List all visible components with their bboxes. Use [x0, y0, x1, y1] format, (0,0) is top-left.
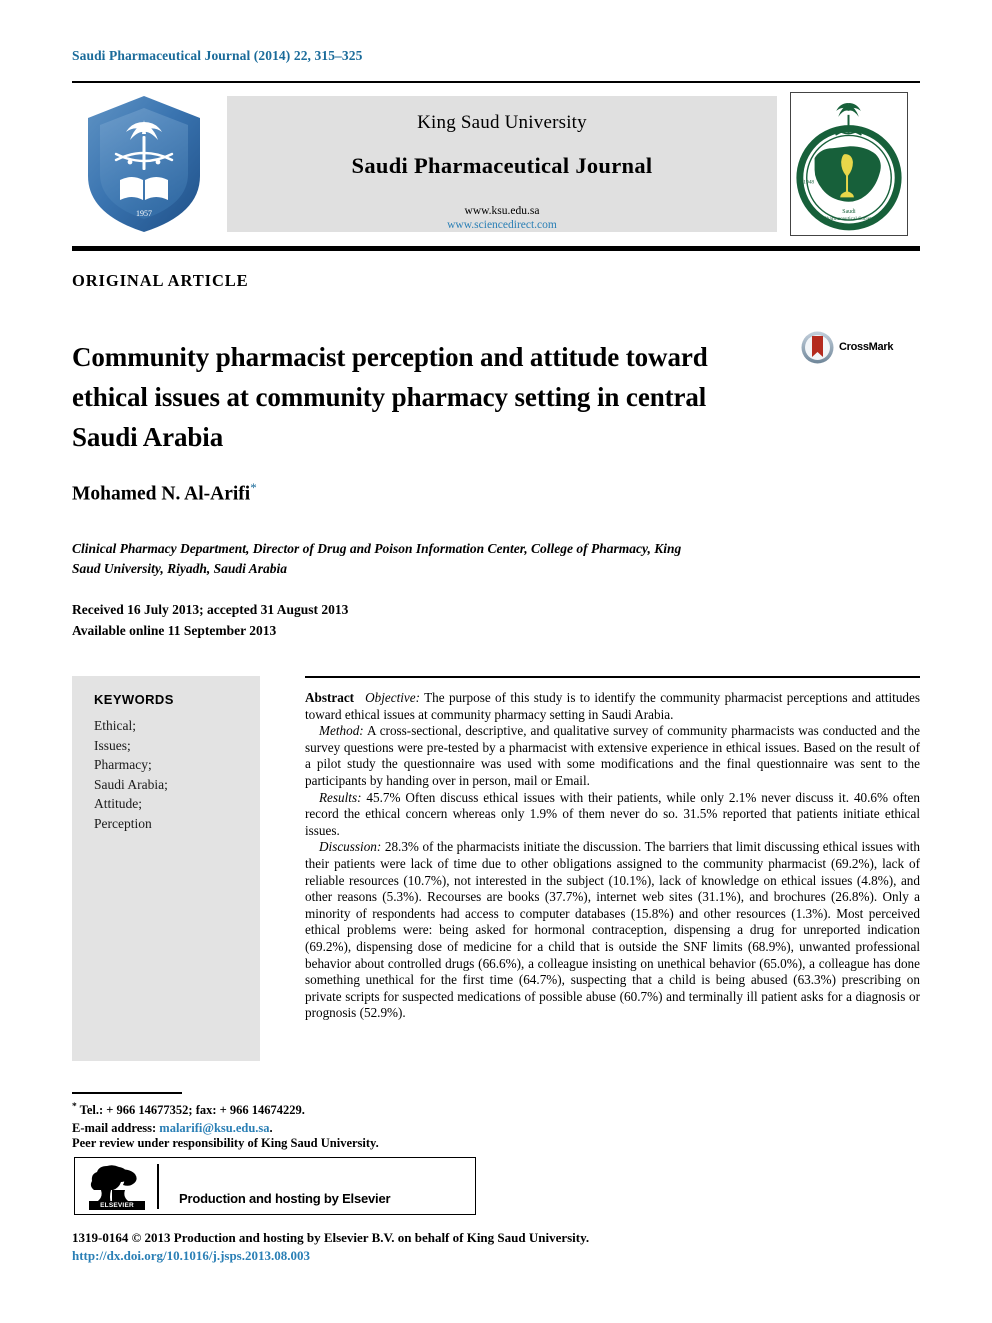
abstract-discussion-paragraph: Discussion: 28.3% of the pharmacists ini… [305, 839, 920, 1022]
abstract-section-label: Objective: [365, 690, 420, 705]
available-online-line: Available online 11 September 2013 [72, 622, 277, 638]
banner-university-name: King Saud University [417, 112, 587, 133]
elsevier-production-box: ELSEVIER Production and hosting by Elsev… [74, 1157, 476, 1215]
footnote-rule [72, 1092, 182, 1094]
abstract-top-rule [305, 676, 920, 678]
email-period: . [269, 1121, 273, 1136]
keyword-item: Perception [94, 815, 152, 831]
abstract-section-text: 45.7% Often discuss ethical issues with … [305, 789, 921, 838]
abstract-results-paragraph: Results: 45.7% Often discuss ethical iss… [305, 790, 920, 840]
author-name-line: Mohamed N. Al-Arifi* [72, 480, 257, 506]
banner-top-rule [72, 81, 920, 83]
banner-journal-name: Saudi Pharmaceutical Journal [351, 153, 653, 178]
article-type-label: ORIGINAL ARTICLE [72, 271, 249, 290]
ksu-seal-year: 1957 [136, 209, 152, 218]
footnote-tel-fax: Tel.: + 966 14677352; fax: + 966 1467422… [79, 1103, 305, 1118]
elsevier-wordmark: ELSEVIER [89, 1201, 145, 1210]
keyword-item: Attitude; [94, 796, 142, 811]
sps-seal-name-en: Saudi [842, 209, 856, 215]
crossmark-label: CrossMark [839, 341, 894, 353]
banner-university-url[interactable]: www.ksu.edu.sa [227, 205, 777, 217]
abstract-section-text: 28.3% of the pharmacists initiate the di… [305, 839, 921, 1021]
keyword-item: Ethical; [94, 718, 136, 733]
email-label: E-mail address: [72, 1121, 157, 1136]
abstract-method-paragraph: Method: A cross-sectional, descriptive, … [305, 723, 920, 789]
journal-banner: 1957 King Saud University Saudi Pharmace… [72, 90, 920, 238]
keywords-list: Ethical; Issues; Pharmacy; Saudi Arabia;… [94, 716, 168, 833]
author-affiliation: Clinical Pharmacy Department, Director o… [72, 541, 682, 576]
crossmark-badge[interactable]: CrossMark [801, 331, 911, 367]
elsevier-box-divider [157, 1164, 159, 1209]
author-name: Mohamed N. Al-Arifi [72, 483, 251, 505]
abstract-objective-paragraph: Abstract Objective: The purpose of this s… [305, 690, 920, 723]
saudi-pharmaceutical-society-seal-icon: Saudi Pharmaceutical Society 1948 [790, 92, 908, 236]
elsevier-production-text: Production and hosting by Elsevier [179, 1191, 391, 1206]
banner-title-block: King Saud University Saudi Pharmaceutica… [227, 96, 777, 232]
copyright-line: 1319-0164 © 2013 Production and hosting … [72, 1230, 590, 1245]
keyword-item: Saudi Arabia; [94, 776, 168, 792]
corresponding-author-marker: * [250, 480, 257, 495]
running-head: Saudi Pharmaceutical Journal (2014) 22, … [72, 48, 363, 63]
keyword-item: Issues; [94, 737, 131, 753]
banner-bottom-rule [72, 246, 920, 251]
abstract-section-label: Discussion: [319, 839, 382, 855]
abstract-section-text: A cross-sectional, descriptive, and qual… [305, 723, 920, 788]
abstract-section-label: Results: [319, 789, 362, 805]
journal-article-first-page: Saudi Pharmaceutical Journal (2014) 22, … [0, 0, 992, 1323]
svg-text:Pharmaceutical Society: Pharmaceutical Society [824, 216, 875, 222]
abstract-section-label: Method: [319, 723, 364, 739]
keywords-heading: KEYWORDS [94, 692, 174, 707]
abstract-body: Abstract Objective: The purpose of this s… [305, 690, 920, 1022]
peer-review-statement: Peer review under responsibility of King… [72, 1136, 379, 1150]
footnote-marker: * [72, 1102, 77, 1112]
keyword-item: Pharmacy; [94, 757, 152, 772]
publication-history: Received 16 July 2013; accepted 31 Augus… [72, 600, 572, 641]
received-accepted-line: Received 16 July 2013; accepted 31 Augus… [72, 602, 349, 617]
abstract-heading: Abstract [305, 690, 355, 705]
doi-link[interactable]: http://dx.doi.org/10.1016/j.jsps.2013.08… [72, 1248, 310, 1264]
crossmark-icon [801, 331, 834, 364]
sps-seal-year: 1948 [803, 180, 814, 186]
footnote-block: * Tel.: + 966 14677352; fax: + 966 14674… [72, 1098, 672, 1137]
footnote-contact-line: * Tel.: + 966 14677352; fax: + 966 14674… [72, 1098, 672, 1119]
email-link[interactable]: malarifi@ksu.edu.sa [159, 1121, 269, 1135]
footnote-email-line: E-mail address: malarifi@ksu.edu.sa. [72, 1119, 672, 1137]
page-title: Community pharmacist perception and atti… [72, 342, 708, 453]
banner-sciencedirect-url[interactable]: www.sciencedirect.com [227, 219, 777, 231]
king-saud-university-seal-icon: 1957 [72, 92, 216, 236]
